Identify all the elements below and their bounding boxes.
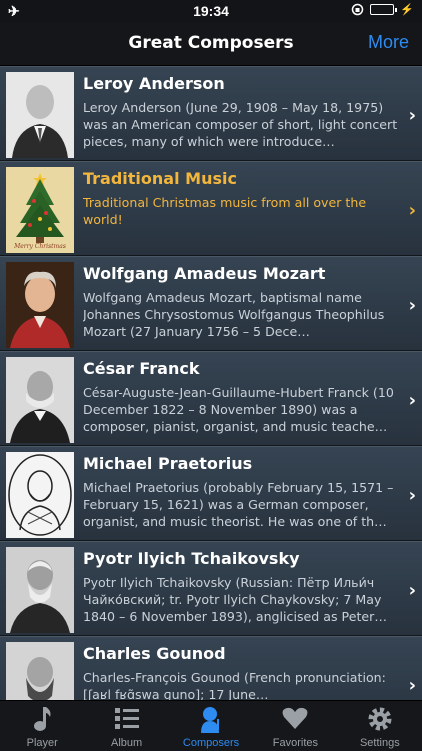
tab-favorites[interactable]: Favorites [253, 701, 337, 751]
merry-christmas-caption: Merry Christmas [14, 243, 66, 250]
composer-row-charles-gounod[interactable]: Charles Gounod Charles-François Gounod (… [0, 636, 422, 700]
composer-portrait [6, 642, 74, 700]
page-title: Great Composers [128, 33, 294, 53]
chevron-right-icon: › [408, 295, 416, 316]
status-bar: ✈ 19:34 ⚡ [0, 0, 422, 22]
composer-name: Michael Praetorius [83, 454, 253, 473]
more-button[interactable]: More [368, 32, 409, 53]
composer-name: César Franck [83, 359, 200, 378]
tab-label: Album [111, 737, 143, 749]
composer-description: Michael Praetorius (probably February 15… [83, 480, 394, 529]
chevron-right-icon: › [408, 200, 416, 221]
composer-row-traditional-music[interactable]: Merry Christmas Traditional Music Tradit… [0, 161, 422, 256]
charging-icon: ⚡ [400, 4, 414, 16]
composer-description: César-Auguste-Jean-Guillaume-Hubert Fran… [83, 385, 394, 434]
composer-name: Pyotr Ilyich Tchaikovsky [83, 549, 300, 568]
chevron-right-icon: › [408, 485, 416, 506]
tab-composers[interactable]: Composers [169, 701, 253, 751]
composer-description: Wolfgang Amadeus Mozart, baptismal name … [83, 290, 385, 339]
status-right: ⚡ [351, 3, 414, 16]
composer-description: Pyotr Ilyich Tchaikovsky (Russian: Пётр … [83, 575, 387, 624]
tab-label: Player [26, 737, 58, 749]
chevron-right-icon: › [408, 580, 416, 601]
tab-label: Composers [182, 737, 240, 749]
composer-description: Traditional Christmas music from all ove… [83, 195, 367, 227]
battery-icon [370, 4, 398, 15]
music-note-icon [34, 707, 51, 731]
composer-row-mozart[interactable]: Wolfgang Amadeus Mozart Wolfgang Amadeus… [0, 256, 422, 351]
composer-portrait [6, 357, 74, 443]
composer-name: Leroy Anderson [83, 74, 225, 93]
chevron-right-icon: › [408, 675, 416, 696]
tab-settings[interactable]: Settings [338, 701, 422, 751]
composer-portrait [6, 72, 74, 158]
tab-label: Favorites [272, 737, 319, 749]
orientation-lock-icon [352, 3, 364, 16]
composer-description: Leroy Anderson (June 29, 1908 – May 18, … [83, 100, 398, 149]
gear-icon [368, 707, 392, 731]
tab-label: Settings [359, 737, 400, 749]
composer-description: Charles-François Gounod (French pronunci… [83, 670, 386, 700]
composer-icon [201, 707, 220, 733]
tab-bar: Player Album Composers Favorites Setting… [0, 700, 422, 751]
heart-icon [282, 707, 308, 729]
chevron-right-icon: › [408, 390, 416, 411]
nav-bar: Great Composers More [0, 22, 422, 66]
composer-list[interactable]: Leroy Anderson Leroy Anderson (June 29, … [0, 66, 422, 700]
composer-row-tchaikovsky[interactable]: Pyotr Ilyich Tchaikovsky Pyotr Ilyich Tc… [0, 541, 422, 636]
composer-row-michael-praetorius[interactable]: Michael Praetorius Michael Praetorius (p… [0, 446, 422, 541]
christmas-tree-thumbnail: Merry Christmas [6, 167, 74, 253]
composer-name: Traditional Music [83, 169, 237, 188]
composer-portrait [6, 262, 74, 348]
composer-name: Charles Gounod [83, 644, 226, 663]
list-icon [114, 708, 139, 729]
composer-portrait [6, 452, 74, 538]
chevron-right-icon: › [408, 105, 416, 126]
composer-row-leroy-anderson[interactable]: Leroy Anderson Leroy Anderson (June 29, … [0, 66, 422, 161]
composer-portrait [6, 547, 74, 633]
composer-row-cesar-franck[interactable]: César Franck César-Auguste-Jean-Guillaum… [0, 351, 422, 446]
tab-album[interactable]: Album [84, 701, 168, 751]
tab-player[interactable]: Player [0, 701, 84, 751]
composer-name: Wolfgang Amadeus Mozart [83, 264, 326, 283]
